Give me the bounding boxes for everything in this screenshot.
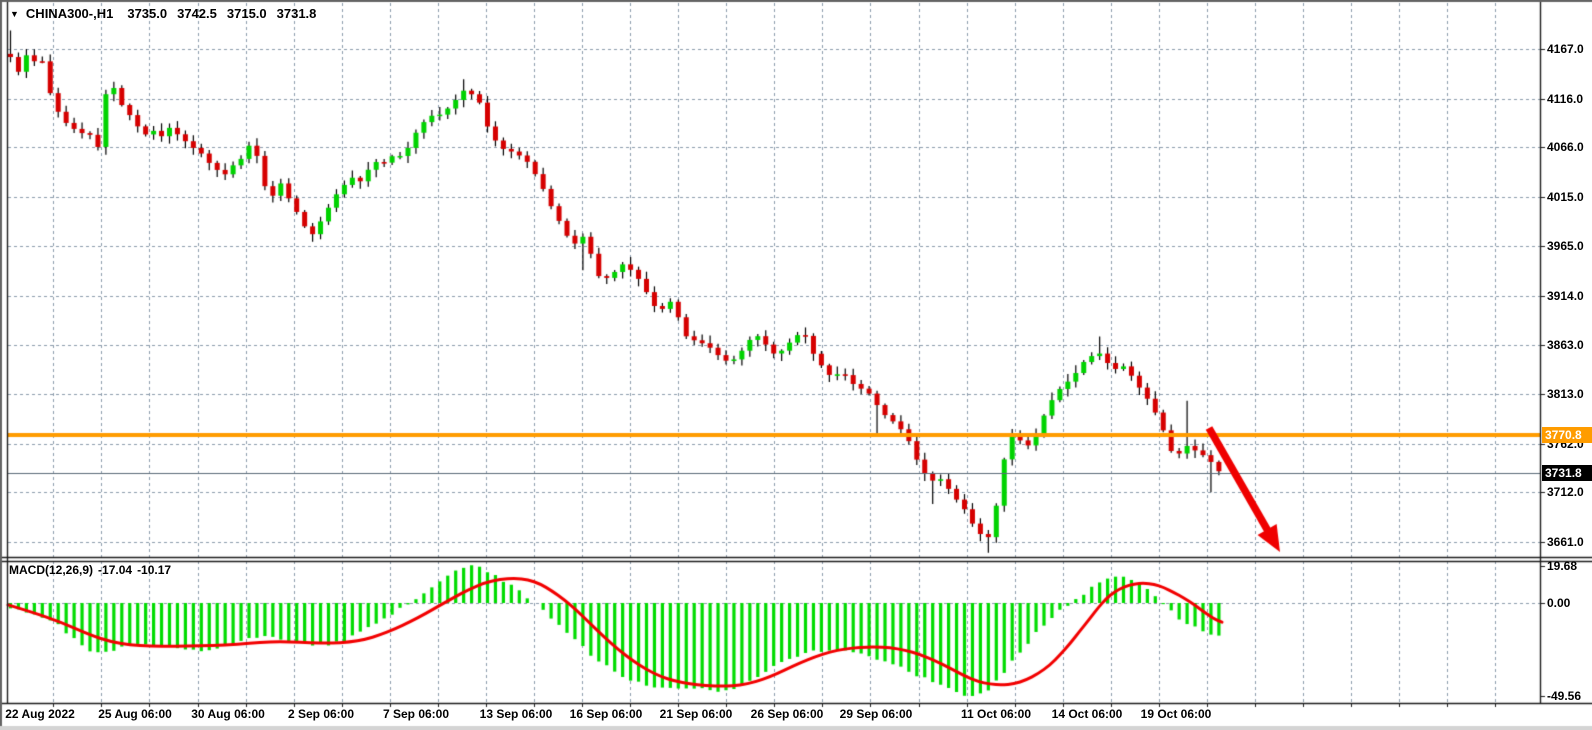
time-axis-label: 29 Sep 06:00	[840, 707, 913, 721]
macd-axis-label: 19.68	[1547, 559, 1577, 573]
symbol-period-label: CHINA300-,H1	[26, 6, 113, 21]
price-axis-label: 4015.0	[1547, 190, 1584, 204]
ohlc-low-value: 3715.0	[227, 6, 267, 21]
symbol-dropdown-icon[interactable]: ▼	[10, 9, 19, 19]
time-axis-label: 26 Sep 06:00	[751, 707, 824, 721]
time-axis-label: 21 Sep 06:00	[660, 707, 733, 721]
ohlc-close-value: 3731.8	[277, 6, 317, 21]
time-axis-label: 7 Sep 06:00	[383, 707, 449, 721]
chart-title: ▼ CHINA300-,H1 3735.0 3742.5 3715.0 3731.8	[10, 6, 316, 22]
time-axis-label: 19 Oct 06:00	[1141, 707, 1212, 721]
price-axis-label: 3661.0	[1547, 535, 1584, 549]
time-axis-label: 2 Sep 06:00	[288, 707, 354, 721]
macd-axis-label: -49.56	[1547, 689, 1581, 703]
macd-indicator-label: MACD(12,26,9) -17.04 -10.17	[9, 563, 171, 577]
ohlc-high-value: 3742.5	[177, 6, 217, 21]
time-axis-label: 22 Aug 2022	[5, 707, 75, 721]
time-axis-label: 14 Oct 06:00	[1052, 707, 1123, 721]
time-axis-label: 13 Sep 06:00	[480, 707, 553, 721]
price-axis-label: 3863.0	[1547, 338, 1584, 352]
price-axis-label: 3965.0	[1547, 239, 1584, 253]
price-axis-label: 3712.0	[1547, 485, 1584, 499]
macd-axis-label: 0.00	[1547, 596, 1570, 610]
bid-price-badge: 3731.8	[1542, 465, 1592, 481]
price-axis-label: 3914.0	[1547, 289, 1584, 303]
macd-signal-value: -10.17	[137, 563, 171, 577]
price-axis-label: 3813.0	[1547, 387, 1584, 401]
time-axis-label: 11 Oct 06:00	[961, 707, 1031, 721]
macd-main-value: -17.04	[98, 563, 132, 577]
hline-price-badge: 3770.8	[1542, 427, 1592, 443]
macd-name-label: MACD(12,26,9)	[9, 563, 93, 577]
time-axis-label: 16 Sep 06:00	[570, 707, 643, 721]
time-axis-label: 30 Aug 06:00	[191, 707, 265, 721]
ohlc-open-value: 3735.0	[127, 6, 167, 21]
price-axis-label: 4167.0	[1547, 42, 1584, 56]
chart-canvas[interactable]	[0, 0, 1592, 730]
chart-window: ▼ CHINA300-,H1 3735.0 3742.5 3715.0 3731.8 MA…	[0, 0, 1592, 730]
price-axis-label: 4116.0	[1547, 92, 1583, 106]
price-axis-label: 4066.0	[1547, 140, 1584, 154]
time-axis-label: 25 Aug 06:00	[98, 707, 172, 721]
